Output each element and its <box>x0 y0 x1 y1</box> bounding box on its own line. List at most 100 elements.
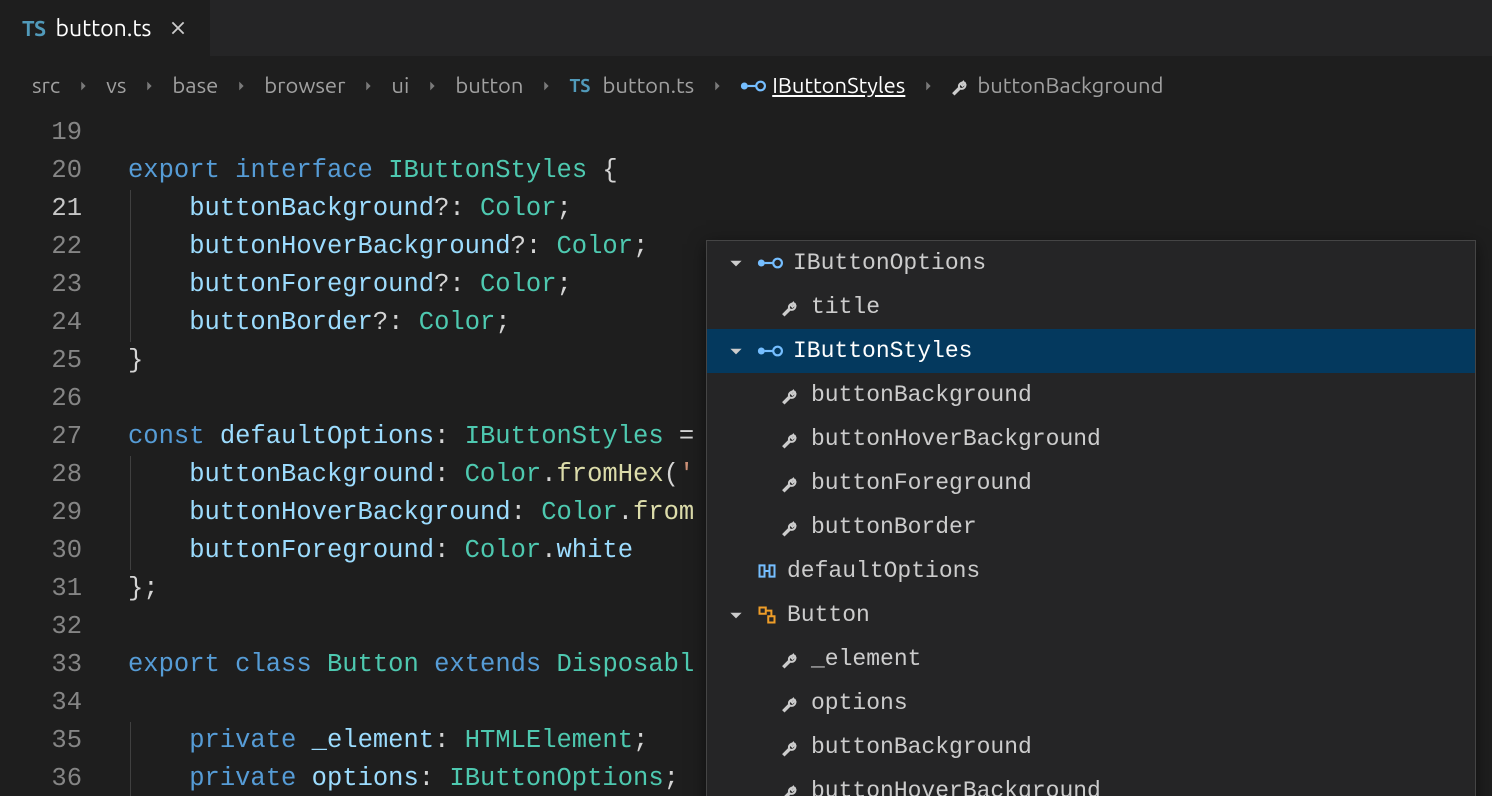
outline-item[interactable]: buttonForeground <box>707 461 1475 505</box>
class-icon <box>757 605 777 625</box>
outline-item[interactable]: _element <box>707 637 1475 681</box>
line-number: 28 <box>0 456 82 494</box>
breadcrumb-folder[interactable]: vs <box>100 71 132 100</box>
outline-item-label: buttonHoverBackground <box>811 778 1101 796</box>
breadcrumb: src vs base browser ui button TSbutton.ts IButt… <box>0 56 1492 114</box>
interface-icon <box>740 79 766 93</box>
breadcrumb-folder[interactable]: base <box>166 71 224 100</box>
chevron-right-icon <box>136 79 162 93</box>
outline-item[interactable]: IButtonOptions <box>707 241 1475 285</box>
wrench-icon <box>781 297 801 317</box>
wrench-icon <box>781 473 801 493</box>
close-icon <box>169 19 187 37</box>
outline-item[interactable]: buttonBackground <box>707 725 1475 769</box>
outline-item-label: IButtonStyles <box>793 338 972 364</box>
line-number: 35 <box>0 722 82 760</box>
wrench-icon <box>781 385 801 405</box>
breadcrumb-outline-dropdown[interactable]: IButtonOptions title IButtonStyles buttonBa… <box>706 240 1476 796</box>
breadcrumb-label: button.ts <box>603 73 695 98</box>
chevron-right-icon <box>419 79 445 93</box>
outline-item-label: buttonHoverBackground <box>811 426 1101 452</box>
chevron-down-icon[interactable] <box>725 254 747 272</box>
chevron-right-icon <box>915 79 941 93</box>
outline-item-label: buttonBackground <box>811 734 1032 760</box>
outline-item-label: IButtonOptions <box>793 250 986 276</box>
outline-item[interactable]: IButtonStyles <box>707 329 1475 373</box>
breadcrumb-label: buttonBackground <box>977 73 1163 98</box>
wrench-icon <box>781 737 801 757</box>
breadcrumb-label: button <box>455 73 523 98</box>
wrench-icon <box>951 76 971 96</box>
outline-item-label: buttonForeground <box>811 470 1032 496</box>
constant-icon <box>757 561 777 581</box>
outline-item-label: Button <box>787 602 870 628</box>
typescript-file-icon: TS <box>22 16 46 40</box>
line-number: 26 <box>0 380 82 418</box>
outline-item[interactable]: title <box>707 285 1475 329</box>
wrench-icon <box>781 429 801 449</box>
outline-item[interactable]: buttonHoverBackground <box>707 417 1475 461</box>
wrench-icon <box>781 781 801 796</box>
outline-item-label: defaultOptions <box>787 558 980 584</box>
interface-icon <box>757 344 783 358</box>
outline-item[interactable]: Button <box>707 593 1475 637</box>
outline-item[interactable]: buttonBackground <box>707 373 1475 417</box>
breadcrumb-folder[interactable]: browser <box>258 71 351 100</box>
line-number-gutter: 192021222324252627282930313233343536 <box>0 114 100 796</box>
line-number: 25 <box>0 342 82 380</box>
outline-item[interactable]: buttonBorder <box>707 505 1475 549</box>
outline-item-label: options <box>811 690 908 716</box>
wrench-icon <box>781 517 801 537</box>
line-number: 27 <box>0 418 82 456</box>
chevron-down-icon[interactable] <box>725 606 747 624</box>
chevron-right-icon <box>355 79 381 93</box>
outline-item-label: title <box>811 294 880 320</box>
chevron-right-icon <box>70 79 96 93</box>
outline-item[interactable]: defaultOptions <box>707 549 1475 593</box>
breadcrumb-label: IButtonStyles <box>772 73 905 98</box>
breadcrumb-folder[interactable]: src <box>26 71 66 100</box>
interface-icon <box>757 256 783 270</box>
outline-item[interactable]: options <box>707 681 1475 725</box>
tab-bar: TS button.ts <box>0 0 1492 56</box>
line-number: 24 <box>0 304 82 342</box>
line-number: 36 <box>0 760 82 796</box>
wrench-icon <box>781 649 801 669</box>
chevron-down-icon[interactable] <box>725 342 747 360</box>
close-tab-button[interactable] <box>169 19 187 37</box>
code-line[interactable] <box>128 114 1492 152</box>
outline-item[interactable]: buttonHoverBackground <box>707 769 1475 796</box>
outline-item-label: _element <box>811 646 921 672</box>
breadcrumb-label: src <box>32 73 60 98</box>
outline-item-label: buttonBackground <box>811 382 1032 408</box>
code-line[interactable]: buttonBackground?: Color; <box>128 190 1492 228</box>
outline-item-label: buttonBorder <box>811 514 977 540</box>
chevron-right-icon <box>704 79 730 93</box>
breadcrumb-label: browser <box>264 73 345 98</box>
breadcrumb-file[interactable]: TSbutton.ts <box>563 71 700 100</box>
app-root: TS button.ts srcvsbasebrowseruibuttonTSb… <box>0 0 1492 796</box>
editor-tab[interactable]: TS button.ts <box>0 0 210 56</box>
code-editor[interactable]: 192021222324252627282930313233343536 exp… <box>0 114 1492 796</box>
breadcrumb-folder[interactable]: ui <box>385 71 415 100</box>
breadcrumb-label: vs <box>106 73 126 98</box>
tab-filename: button.ts <box>56 16 152 41</box>
breadcrumb-symbol[interactable]: buttonBackground <box>945 71 1169 100</box>
line-number: 32 <box>0 608 82 646</box>
breadcrumb-label: ui <box>391 73 409 98</box>
breadcrumb-symbol-active[interactable]: IButtonStyles <box>734 71 911 100</box>
line-number: 31 <box>0 570 82 608</box>
breadcrumb-label: base <box>172 73 218 98</box>
line-number: 19 <box>0 114 82 152</box>
line-number: 20 <box>0 152 82 190</box>
line-number: 23 <box>0 266 82 304</box>
line-number: 30 <box>0 532 82 570</box>
line-number: 22 <box>0 228 82 266</box>
line-number: 29 <box>0 494 82 532</box>
breadcrumb-folder[interactable]: button <box>449 71 529 100</box>
chevron-right-icon <box>533 79 559 93</box>
line-number: 34 <box>0 684 82 722</box>
line-number: 33 <box>0 646 82 684</box>
code-line[interactable]: export interface IButtonStyles { <box>128 152 1492 190</box>
line-number: 21 <box>0 190 82 228</box>
